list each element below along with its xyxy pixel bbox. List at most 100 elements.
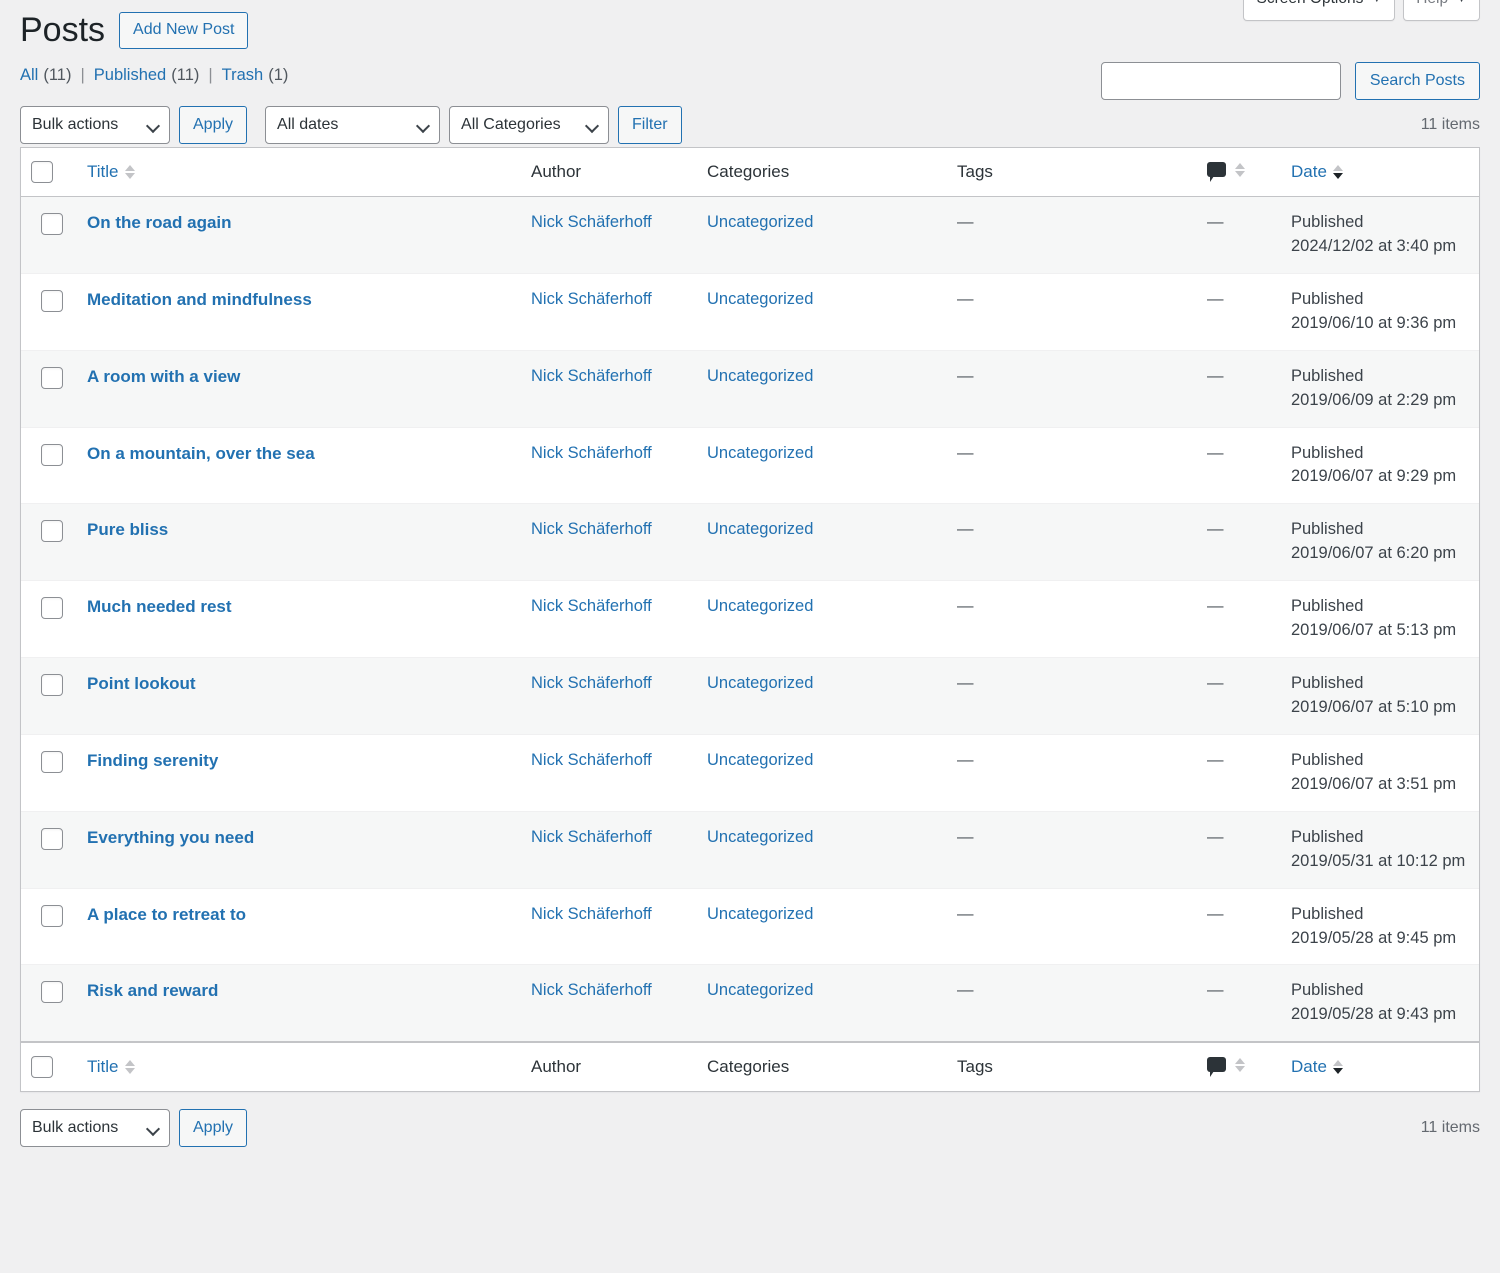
filter-separator: | [208, 66, 213, 85]
post-status-label: Published [1291, 443, 1364, 462]
post-category-link[interactable]: Uncategorized [707, 213, 813, 231]
post-category-link[interactable]: Uncategorized [707, 290, 813, 308]
post-title-link[interactable]: Everything you need [87, 828, 254, 847]
post-category-link[interactable]: Uncategorized [707, 751, 813, 769]
post-comments-value: — [1207, 443, 1224, 462]
row-checkbox[interactable] [41, 597, 63, 620]
post-date-value: 2019/06/07 at 9:29 pm [1291, 467, 1457, 486]
post-title-link[interactable]: Risk and reward [87, 981, 218, 1000]
row-checkbox[interactable] [41, 750, 63, 773]
row-author-cell: Nick Schäferhoff [521, 734, 697, 812]
post-status-label: Published [1291, 750, 1364, 769]
search-posts-button[interactable]: Search Posts [1354, 62, 1480, 100]
column-footer-title[interactable]: Title [77, 1042, 521, 1092]
post-author-link[interactable]: Nick Schäferhoff [531, 751, 652, 769]
post-author-link[interactable]: Nick Schäferhoff [531, 905, 652, 923]
sort-desc-arrow-icon [1332, 1068, 1343, 1075]
row-comments-cell: — [1197, 888, 1281, 966]
chevron-down-icon [584, 119, 600, 134]
row-checkbox[interactable] [41, 827, 63, 850]
row-checkbox[interactable] [41, 904, 63, 927]
post-author-link[interactable]: Nick Schäferhoff [531, 674, 652, 692]
status-filter-published-link[interactable]: Published [94, 66, 166, 85]
bulk-actions-select-bottom[interactable]: Bulk actions [20, 1109, 170, 1148]
post-title-link[interactable]: A room with a view [87, 367, 240, 386]
row-checkbox[interactable] [41, 520, 63, 543]
column-header-date[interactable]: Date [1281, 148, 1479, 197]
comment-bubble-icon [1207, 1057, 1226, 1078]
row-checkbox[interactable] [41, 443, 63, 466]
add-new-post-button[interactable]: Add New Post [119, 11, 249, 49]
sort-desc-arrow-icon [124, 173, 135, 180]
post-title-link[interactable]: Much needed rest [87, 597, 232, 616]
status-filter-published[interactable]: Published (11) | [94, 66, 222, 85]
post-category-link[interactable]: Uncategorized [707, 520, 813, 538]
select-all-checkbox-top[interactable] [31, 161, 53, 184]
status-filter-all[interactable]: All (11) | [20, 66, 94, 85]
post-author-link[interactable]: Nick Schäferhoff [531, 213, 652, 231]
status-filter-trash[interactable]: Trash (1) [222, 66, 289, 85]
row-date-cell: Published 2019/06/10 at 9:36 pm [1281, 273, 1479, 351]
post-title-link[interactable]: Pure bliss [87, 520, 168, 539]
select-all-checkbox-bottom[interactable] [31, 1056, 53, 1079]
post-title-link[interactable]: Finding serenity [87, 751, 218, 770]
filter-separator: | [80, 66, 85, 85]
row-tags-cell: — [947, 196, 1197, 274]
column-footer-date[interactable]: Date [1281, 1042, 1479, 1092]
row-checkbox[interactable] [41, 366, 63, 389]
status-filter-all-link[interactable]: All [20, 66, 38, 85]
row-categories-cell: Uncategorized [697, 811, 947, 889]
post-category-link[interactable]: Uncategorized [707, 674, 813, 692]
post-author-link[interactable]: Nick Schäferhoff [531, 828, 652, 846]
row-checkbox[interactable] [41, 212, 63, 235]
post-author-link[interactable]: Nick Schäferhoff [531, 444, 652, 462]
post-title-link[interactable]: On a mountain, over the sea [87, 444, 315, 463]
post-title-link[interactable]: Meditation and mindfulness [87, 290, 312, 309]
post-date-value: 2019/06/07 at 6:20 pm [1291, 544, 1457, 563]
post-category-link[interactable]: Uncategorized [707, 597, 813, 615]
search-input[interactable] [1100, 62, 1341, 100]
post-comments-value: — [1207, 289, 1224, 308]
filter-button[interactable]: Filter [618, 106, 682, 145]
post-tags-value: — [957, 520, 974, 539]
row-categories-cell: Uncategorized [697, 658, 947, 735]
post-category-link[interactable]: Uncategorized [707, 981, 813, 999]
post-tags-value: — [957, 904, 974, 923]
post-author-link[interactable]: Nick Schäferhoff [531, 290, 652, 308]
bulk-actions-select-top[interactable]: Bulk actions [20, 106, 170, 145]
sort-title-link-bottom[interactable]: Title [87, 1055, 135, 1079]
sort-title-link-top[interactable]: Title [87, 160, 135, 184]
row-date-cell: Published 2019/06/07 at 5:10 pm [1281, 658, 1479, 735]
post-category-link[interactable]: Uncategorized [707, 444, 813, 462]
post-title-link[interactable]: Point lookout [87, 674, 196, 693]
post-author-link[interactable]: Nick Schäferhoff [531, 597, 652, 615]
post-title-link[interactable]: On the road again [87, 213, 232, 232]
date-filter-select[interactable]: All dates [265, 106, 441, 145]
column-header-title[interactable]: Title [77, 148, 521, 197]
row-checkbox[interactable] [41, 674, 63, 697]
column-footer-comments[interactable] [1197, 1042, 1281, 1092]
category-filter-select[interactable]: All Categories [449, 106, 610, 145]
sort-date-link-top[interactable]: Date [1291, 160, 1343, 184]
table-row: A place to retreat to Nick Schäferhoff Unc… [21, 888, 1479, 966]
post-author-link[interactable]: Nick Schäferhoff [531, 981, 652, 999]
post-status-label: Published [1291, 674, 1364, 693]
row-checkbox[interactable] [41, 289, 63, 312]
post-title-link[interactable]: A place to retreat to [87, 905, 246, 924]
apply-button-bottom[interactable]: Apply [179, 1109, 248, 1148]
sort-comments-link-top[interactable] [1207, 162, 1245, 183]
row-tags-cell: — [947, 734, 1197, 812]
post-category-link[interactable]: Uncategorized [707, 828, 813, 846]
row-checkbox[interactable] [41, 981, 63, 1004]
column-header-comments[interactable] [1197, 148, 1281, 197]
sort-comments-link-bottom[interactable] [1207, 1057, 1245, 1078]
apply-button-top[interactable]: Apply [179, 106, 248, 145]
sort-date-link-bottom[interactable]: Date [1291, 1055, 1343, 1079]
status-filter-trash-link[interactable]: Trash [222, 66, 264, 85]
post-date-value: 2019/06/07 at 5:10 pm [1291, 697, 1457, 716]
post-category-link[interactable]: Uncategorized [707, 905, 813, 923]
post-author-link[interactable]: Nick Schäferhoff [531, 367, 652, 385]
post-author-link[interactable]: Nick Schäferhoff [531, 520, 652, 538]
column-footer-author-label: Author [531, 1057, 582, 1077]
post-category-link[interactable]: Uncategorized [707, 367, 813, 385]
